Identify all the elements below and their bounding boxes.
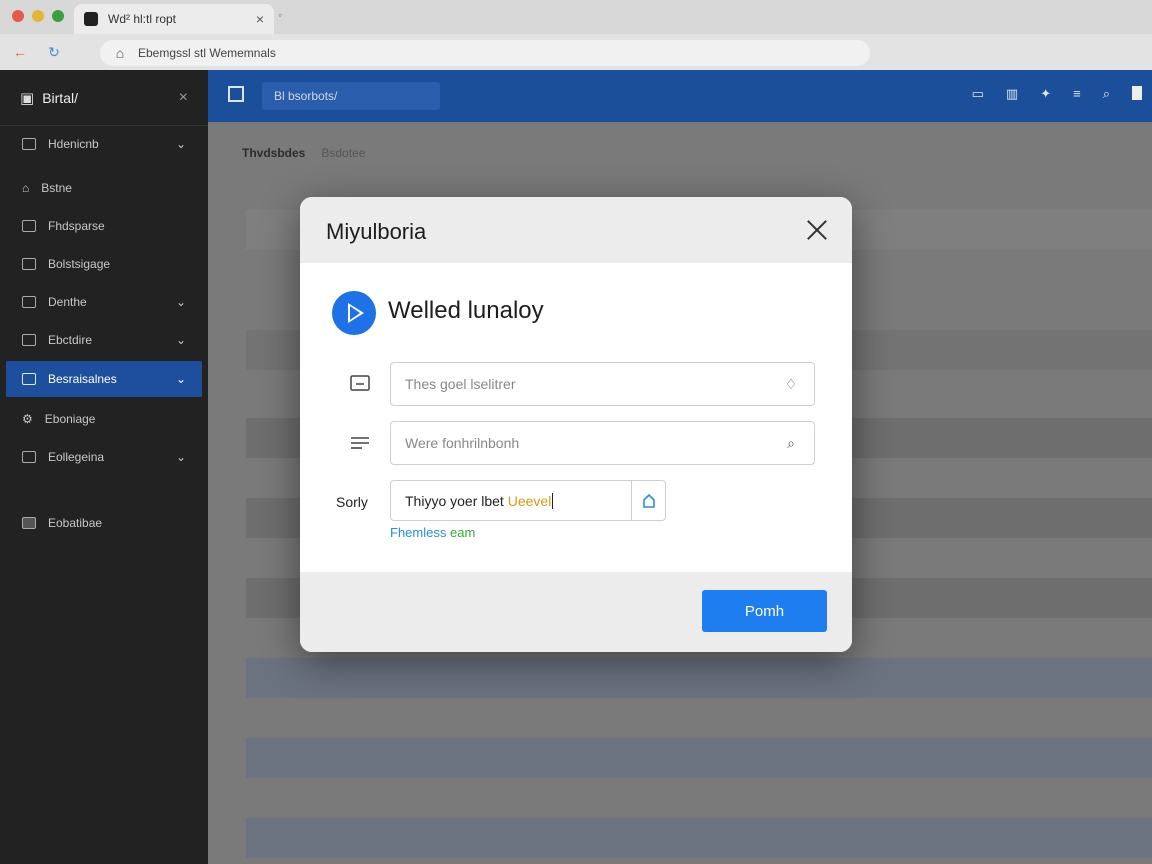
chevron-down-icon: ⌄ <box>175 333 186 347</box>
sidebar-item-label: Bstne <box>41 181 72 195</box>
new-tab-icon[interactable]: ◦ <box>278 8 282 22</box>
sidebar-item-label: Fhdsparse <box>48 219 105 233</box>
home-icon: ⌂ <box>22 181 30 195</box>
grid-icon <box>22 373 36 385</box>
sidebar-item-3[interactable]: Bolstsigage <box>6 246 202 282</box>
name-field[interactable]: ♢ <box>390 362 815 406</box>
sidebar-item-2[interactable]: Fhdsparse <box>6 208 202 244</box>
id-card-icon <box>350 375 370 391</box>
minimize-window-button[interactable] <box>32 10 44 22</box>
folder-icon <box>22 296 36 308</box>
sidebar-item-label: Eollegeina <box>48 450 105 464</box>
modal-header: Miyulboria <box>300 197 852 263</box>
helper-text: Fhemless eam <box>390 525 475 540</box>
addon-button[interactable] <box>631 481 665 520</box>
name-input[interactable] <box>405 376 782 392</box>
helper-text-green: eam <box>449 525 476 540</box>
lock-icon: ⌂ <box>115 45 125 61</box>
description-input[interactable] <box>405 435 782 451</box>
sidebar-item-4[interactable]: Denthe ⌄ <box>6 284 202 320</box>
url-text: Ebemgssl stl Wememnals <box>138 46 276 60</box>
window-controls <box>12 10 64 22</box>
monitor-icon[interactable]: ▭ <box>972 86 984 102</box>
square-icon <box>22 517 36 529</box>
browser-chrome: Wd² hl:tl ropt × ◦ ← ↻ ⌂ Ebemgssl stl We… <box>0 0 1152 70</box>
chevron-down-icon: ⌄ <box>175 295 186 309</box>
helper-text-blue: Fhemless <box>390 525 447 540</box>
table-row <box>246 738 1152 778</box>
description-field[interactable]: ⌕ <box>390 421 815 465</box>
network-icon <box>22 334 36 346</box>
brand-name: Birtal/ <box>42 89 78 106</box>
pin-icon[interactable]: ✦ <box>1040 86 1051 102</box>
gear-icon: ⚙ <box>22 412 33 426</box>
top-search-input[interactable]: Bl bsorbots/ <box>262 82 440 110</box>
sidebar-item-label: Hdenicnb <box>48 137 99 151</box>
tab-close-icon[interactable]: × <box>256 11 264 27</box>
modal-title: Miyulboria <box>326 219 427 244</box>
profile-icon[interactable] <box>1132 86 1142 100</box>
chevron-down-icon: ⌄ <box>175 137 186 151</box>
maximize-window-button[interactable] <box>52 10 64 22</box>
breadcrumb-current: Thvdsbdes <box>242 146 306 160</box>
sidebar-item-5[interactable]: Ebctdire ⌄ <box>6 322 202 358</box>
short-input[interactable]: Thiyyo yoer lbet Ueevel <box>391 481 631 520</box>
tab-strip: Wd² hl:tl ropt × ◦ <box>0 0 1152 34</box>
lock-icon <box>22 451 36 463</box>
text-cursor <box>552 492 554 509</box>
sidebar-item-0[interactable]: Hdenicnb ⌄ <box>6 126 202 162</box>
chevron-down-icon: ⌄ <box>175 450 186 464</box>
sidebar: ▣ Birtal/ × Hdenicnb ⌄ ⌂ Bstne Fhdsparse… <box>0 70 208 864</box>
sidebar-item-label: Eobatibae <box>48 516 103 530</box>
back-icon[interactable]: ← <box>12 44 28 60</box>
close-icon[interactable] <box>806 219 828 241</box>
reload-icon[interactable]: ↻ <box>46 44 62 61</box>
menu-toggle-icon[interactable] <box>228 86 244 102</box>
field-label: Sorly <box>336 494 368 510</box>
sidebar-item-9[interactable]: Eobatibae <box>6 505 202 541</box>
sidebar-item-label: Eboniage <box>44 412 96 426</box>
short-field[interactable]: Thiyyo yoer lbet Ueevel <box>390 480 666 521</box>
table-row <box>246 658 1152 698</box>
top-bar: Bl bsorbots/ ▭ ▥ ✦ ≡ ⌕ <box>208 70 1152 122</box>
address-bar[interactable]: ⌂ Ebemgssl stl Wememnals <box>100 40 870 66</box>
table-row <box>246 818 1152 858</box>
sidebar-item-label: Bolstsigage <box>48 257 111 271</box>
chevron-down-icon: ⌄ <box>175 372 186 386</box>
menu-icon[interactable]: ≡ <box>1073 86 1081 102</box>
modal-footer: Pomh <box>300 572 852 652</box>
house-icon <box>642 493 655 508</box>
sidebar-item-label: Besraisalnes <box>48 372 117 386</box>
sidebar-item-7[interactable]: ⚙ Eboniage <box>6 401 202 437</box>
close-window-button[interactable] <box>12 10 24 22</box>
modal-dialog: Miyulboria Welled lunaloy ♢ ⌕ Sorly Thiy… <box>300 197 852 652</box>
favicon-icon <box>84 12 98 26</box>
close-sidebar-icon[interactable]: × <box>179 89 188 107</box>
table-icon <box>22 258 36 270</box>
play-icon <box>332 291 376 335</box>
short-input-value: Thiyyo yoer lbet <box>405 492 504 509</box>
chart-icon[interactable]: ▥ <box>1006 86 1018 102</box>
breadcrumb-sub: Bsdotee <box>321 146 366 160</box>
browser-tab[interactable]: Wd² hl:tl ropt × <box>74 4 274 34</box>
short-input-highlight: Ueevel <box>507 492 552 509</box>
section-title: Welled lunaloy <box>388 297 544 324</box>
table-icon <box>22 220 36 232</box>
search-icon[interactable]: ⌕ <box>1103 86 1110 102</box>
brand-icon: ▣ <box>20 89 35 107</box>
breadcrumb: Thvdsbdes Bsdotee <box>242 146 365 160</box>
search-icon[interactable]: ⌕ <box>782 435 800 452</box>
sidebar-item-label: Denthe <box>48 295 87 309</box>
sidebar-item-label: Ebctdire <box>48 333 93 347</box>
sidebar-item-6[interactable]: Besraisalnes ⌄ <box>6 361 202 397</box>
list-icon <box>351 437 369 449</box>
top-icons: ▭ ▥ ✦ ≡ ⌕ <box>972 86 1142 102</box>
grid-icon <box>22 138 36 150</box>
sidebar-header: ▣ Birtal/ × <box>0 70 208 126</box>
tab-title: Wd² hl:tl ropt <box>108 12 177 26</box>
primary-button[interactable]: Pomh <box>702 590 827 632</box>
sidebar-item-8[interactable]: Eollegeina ⌄ <box>6 439 202 475</box>
sidebar-item-1[interactable]: ⌂ Bstne <box>6 170 202 206</box>
tag-icon[interactable]: ♢ <box>782 376 800 393</box>
